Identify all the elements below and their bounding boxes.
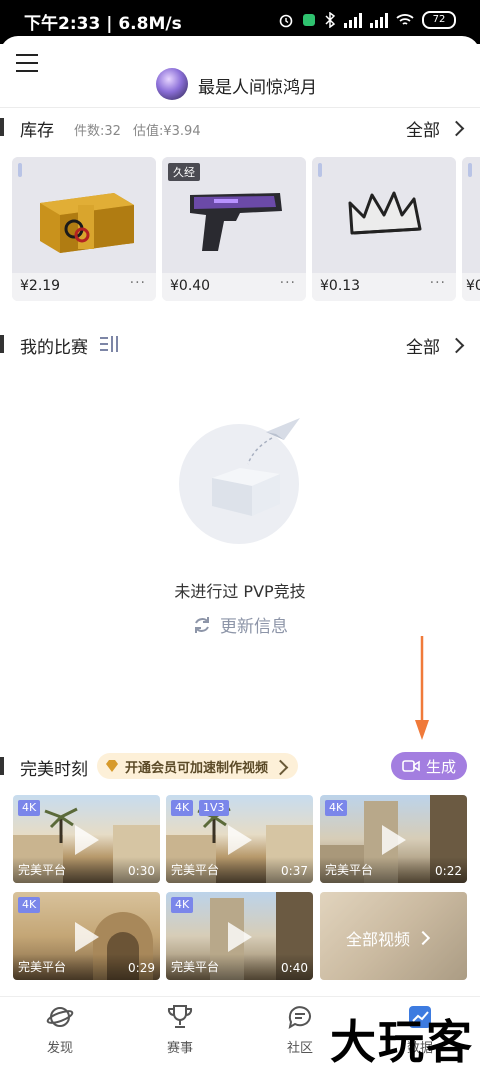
weapon-case-icon <box>40 193 134 253</box>
highlight-badge: 1V3 <box>199 800 229 816</box>
video-source: 完美平台 <box>325 863 374 877</box>
video-source: 完美平台 <box>171 863 220 877</box>
inventory-item[interactable]: 久经 ¥0.40 ··· <box>162 157 306 301</box>
video-card[interactable]: 4K 完美平台 0:22 <box>320 795 467 883</box>
more-icon[interactable]: ··· <box>130 275 146 291</box>
inventory-value: 估值:¥3.94 <box>133 124 201 139</box>
matches-all-link[interactable]: 全部 <box>406 333 440 358</box>
nav-label: 社区 <box>286 1041 313 1056</box>
matches-title: 我的比赛 <box>20 338 88 358</box>
all-videos-button[interactable]: 全部视频 <box>320 892 467 980</box>
chat-bubble-icon <box>288 1006 311 1030</box>
nav-discover[interactable]: 发现 <box>20 1003 100 1056</box>
nav-label: 赛事 <box>166 1041 193 1056</box>
trophy-icon <box>167 1005 193 1028</box>
status-time: 下午2:33 | 6.8M/s <box>24 14 182 34</box>
item-marker <box>468 163 472 177</box>
quality-badge: 4K <box>171 800 194 816</box>
section-marker <box>0 335 4 353</box>
chevron-right-icon[interactable] <box>448 120 465 137</box>
inventory-count: 件数:32 <box>74 124 121 139</box>
video-source: 完美平台 <box>171 960 220 974</box>
inventory-item[interactable]: ¥0 <box>462 157 480 301</box>
play-icon <box>228 825 252 855</box>
empty-box-icon <box>212 418 300 516</box>
item-marker <box>18 163 22 177</box>
generate-label: 生成 <box>425 757 456 776</box>
play-icon <box>75 825 99 855</box>
refresh-button[interactable]: 更新信息 <box>0 612 480 637</box>
battery-icon: 72 <box>422 11 456 29</box>
bluetooth-icon <box>325 12 336 28</box>
vip-banner[interactable]: 开通会员可加速制作视频 <box>97 753 299 779</box>
video-card[interactable]: 4K 1V3 完美平台 0:37 <box>166 795 313 883</box>
video-card[interactable]: 4K 完美平台 0:40 <box>166 892 313 980</box>
quality-badge: 4K <box>171 897 194 913</box>
more-icon[interactable]: ··· <box>430 275 446 291</box>
video-duration: 0:30 <box>128 864 155 878</box>
play-icon <box>75 922 99 952</box>
vip-text: 开通会员可加速制作视频 <box>125 760 269 776</box>
alarm-icon <box>279 14 293 28</box>
nav-events[interactable]: 赛事 <box>140 1003 220 1056</box>
wear-badge: 久经 <box>168 163 200 181</box>
inventory-all-link[interactable]: 全部 <box>406 116 440 141</box>
crown-icon <box>348 191 422 235</box>
play-icon <box>228 922 252 952</box>
filter-icon[interactable] <box>100 335 120 353</box>
menu-icon[interactable] <box>16 54 38 72</box>
signal-icon-2 <box>370 12 388 28</box>
item-price: ¥2.19 <box>20 278 61 294</box>
video-duration: 0:40 <box>281 961 308 975</box>
quality-badge: 4K <box>325 800 348 816</box>
video-duration: 0:29 <box>128 961 155 975</box>
quality-badge: 4K <box>18 897 41 913</box>
app-notification-icon <box>303 14 315 26</box>
all-videos-label: 全部视频 <box>346 930 411 949</box>
signal-icon <box>344 12 362 28</box>
chevron-right-icon[interactable] <box>448 337 465 354</box>
video-duration: 0:22 <box>435 864 462 878</box>
pistol-icon <box>190 193 282 251</box>
inventory-item[interactable]: ¥2.19 ··· <box>12 157 156 301</box>
status-icons: 72 <box>278 11 456 29</box>
generate-button[interactable]: 生成 <box>391 752 467 780</box>
section-marker <box>0 118 4 136</box>
video-card[interactable]: 4K 完美平台 0:29 <box>13 892 160 980</box>
watermark-logo: 大玩客 <box>330 1015 474 1069</box>
video-duration: 0:37 <box>281 864 308 878</box>
empty-state-text: 未进行过 PVP竞技 <box>174 582 306 601</box>
refresh-icon <box>195 616 209 633</box>
vip-diamond-icon <box>106 760 118 772</box>
username: 最是人间惊鸿月 <box>198 78 317 98</box>
nav-label: 发现 <box>46 1041 73 1056</box>
item-price: ¥0 <box>466 278 480 294</box>
video-card[interactable]: 4K 完美平台 0:30 <box>13 795 160 883</box>
item-price: ¥0.13 <box>320 278 361 294</box>
quality-badge: 4K <box>18 800 41 816</box>
nav-community[interactable]: 社区 <box>260 1003 340 1056</box>
divider <box>0 107 480 108</box>
avatar[interactable] <box>156 68 188 100</box>
inventory-title: 库存 <box>20 121 54 141</box>
chevron-right-icon <box>272 759 289 776</box>
video-camera-icon <box>402 760 420 772</box>
item-price: ¥0.40 <box>170 278 211 294</box>
video-source: 完美平台 <box>18 863 67 877</box>
chevron-right-icon <box>415 930 431 946</box>
play-icon <box>382 825 406 855</box>
arrow-down-icon <box>415 636 429 740</box>
wifi-icon <box>396 14 414 25</box>
refresh-label: 更新信息 <box>220 617 288 637</box>
item-marker <box>318 163 322 177</box>
moments-title: 完美时刻 <box>20 760 88 780</box>
more-icon[interactable]: ··· <box>280 275 296 291</box>
section-marker <box>0 757 4 775</box>
video-source: 完美平台 <box>18 960 67 974</box>
planet-icon <box>46 1007 74 1027</box>
inventory-item[interactable]: ¥0.13 ··· <box>312 157 456 301</box>
